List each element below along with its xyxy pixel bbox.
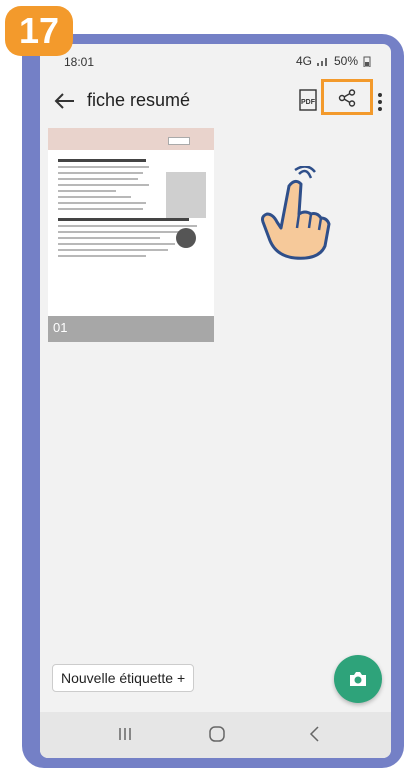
- more-vertical-icon[interactable]: [375, 90, 385, 114]
- document-body: [48, 150, 214, 266]
- document-header-image: [48, 128, 214, 150]
- new-label-button[interactable]: Nouvelle étiquette +: [52, 664, 195, 692]
- thumbnail-footer: [48, 316, 214, 342]
- battery-percent: 50%: [333, 54, 358, 68]
- camera-button[interactable]: [334, 655, 382, 703]
- signal-icon: [316, 58, 327, 66]
- pdf-icon[interactable]: PDF: [298, 89, 320, 111]
- step-badge: 17: [5, 6, 73, 56]
- svg-text:PDF: PDF: [301, 99, 316, 106]
- status-bar: 18:01 4G 50%: [40, 44, 391, 78]
- document-camera-icon: [176, 228, 196, 248]
- camera-icon: [350, 672, 366, 686]
- network-indicator: 4G: [295, 54, 312, 68]
- recent-apps-icon[interactable]: [118, 726, 132, 742]
- navigation-bar: [40, 712, 391, 758]
- nav-back-icon[interactable]: [308, 725, 320, 743]
- phone-screen: 18:01 4G 50% fiche resumé PDF 01 Nouvell…: [40, 44, 391, 758]
- pointing-hand-icon: [261, 166, 331, 260]
- document-thumbnail[interactable]: 01: [48, 128, 214, 342]
- document-photo: [166, 172, 206, 218]
- home-icon[interactable]: [208, 725, 226, 743]
- back-arrow-icon[interactable]: [50, 86, 80, 116]
- app-bar: fiche resumé PDF: [40, 78, 391, 124]
- battery-icon: [363, 56, 371, 67]
- page-title: fiche resumé: [87, 90, 191, 110]
- page-number: 01: [53, 320, 68, 335]
- status-time: 18:01: [64, 55, 95, 69]
- status-right: 4G 50%: [296, 54, 371, 68]
- share-button[interactable]: [321, 79, 373, 115]
- share-icon: [338, 89, 356, 107]
